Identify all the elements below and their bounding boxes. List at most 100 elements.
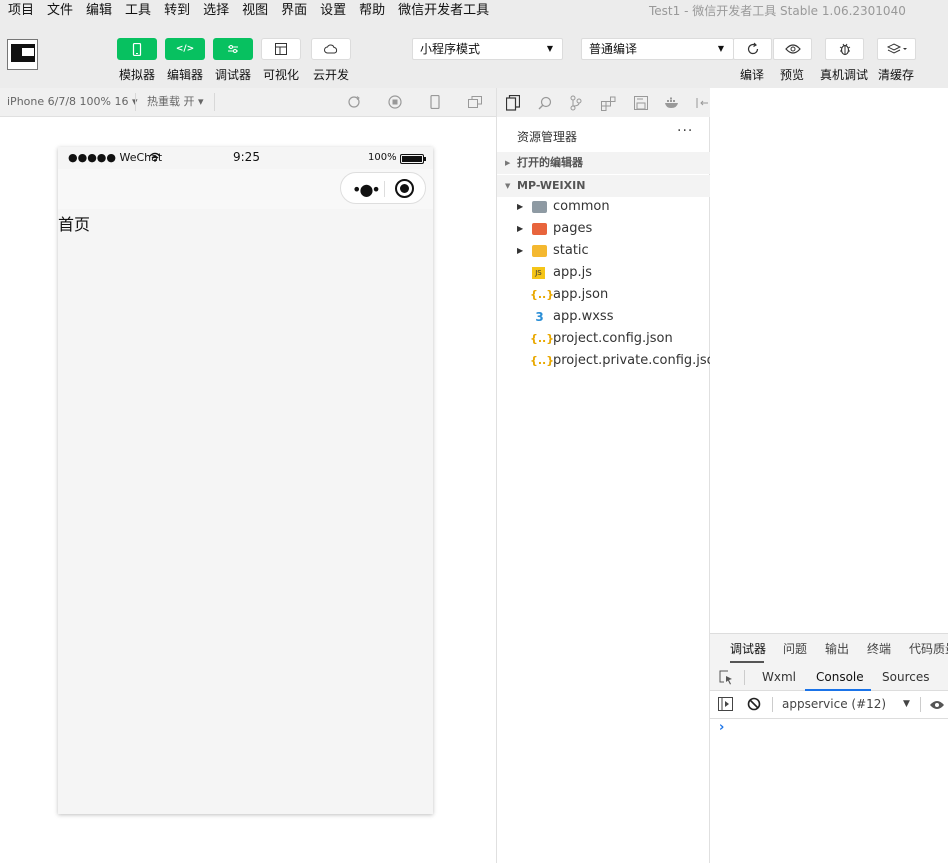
- tab-output[interactable]: 输出: [825, 634, 849, 664]
- divider: [772, 697, 773, 712]
- phone-icon[interactable]: [427, 94, 443, 110]
- menu-item-settings[interactable]: 设置: [312, 0, 351, 22]
- folder-row-common[interactable]: ▶ common: [497, 196, 711, 218]
- tab-code-quality[interactable]: 代码质量: [909, 634, 948, 664]
- menu-item-devtools[interactable]: 微信开发者工具: [390, 0, 494, 22]
- tab-debugger[interactable]: 调试器: [730, 634, 766, 664]
- explorer-panel: 资源管理器 ··· ▶ 打开的编辑器 ▼ MP-WEIXIN ▶ common …: [496, 88, 723, 863]
- tab-console[interactable]: Console: [816, 664, 864, 691]
- clear-console-icon[interactable]: [747, 697, 761, 714]
- editor-button[interactable]: </>: [165, 38, 205, 60]
- files-icon[interactable]: [504, 94, 522, 112]
- more-dots-icon[interactable]: •●•: [352, 180, 381, 199]
- explorer-title: 资源管理器: [517, 130, 578, 144]
- tab-problems[interactable]: 问题: [783, 634, 807, 664]
- avatar[interactable]: [7, 39, 38, 70]
- stop-icon[interactable]: [387, 94, 403, 110]
- preview-button[interactable]: [773, 38, 812, 60]
- file-row-project-config[interactable]: {..} project.config.json: [497, 328, 711, 350]
- devtools-panel: 调试器 问题 输出 终端 代码质量 Wxml Console Sources a…: [710, 633, 948, 863]
- compile-button[interactable]: [733, 38, 772, 60]
- menu-item-project[interactable]: 项目: [0, 0, 39, 22]
- battery-icon: [400, 154, 426, 164]
- cloud-label: 云开发: [312, 68, 349, 82]
- visual-button[interactable]: [261, 38, 301, 60]
- code-icon: </>: [175, 44, 195, 54]
- divider: [135, 93, 136, 111]
- simulator-button[interactable]: [117, 38, 157, 60]
- json-file-icon: {..}: [530, 354, 555, 367]
- menu-item-goto[interactable]: 转到: [156, 0, 195, 22]
- console-prompt[interactable]: ›: [719, 720, 724, 735]
- menu-item-view[interactable]: 视图: [234, 0, 273, 22]
- menu-item-file[interactable]: 文件: [39, 0, 78, 22]
- folder-row-pages[interactable]: ▶ pages: [497, 218, 711, 240]
- page-title: 首页: [58, 215, 91, 234]
- menu-item-tools[interactable]: 工具: [117, 0, 156, 22]
- phone-screen[interactable]: ●●●●● WeChat 9:25 100% •●• 首页: [58, 147, 433, 814]
- active-tab-underline: [730, 661, 764, 663]
- more-views-icon[interactable]: [695, 94, 709, 112]
- docker-icon[interactable]: [663, 94, 681, 112]
- clear-cache-button[interactable]: [877, 38, 916, 60]
- open-editors-section[interactable]: ▶ 打开的编辑器: [497, 152, 711, 174]
- remote-debug-button[interactable]: [825, 38, 864, 60]
- context-select[interactable]: appservice (#12): [782, 691, 886, 718]
- cloud-button[interactable]: [311, 38, 351, 60]
- chevron-down-icon: ▼: [717, 44, 724, 53]
- menu-item-select[interactable]: 选择: [195, 0, 234, 22]
- menu-item-interface[interactable]: 界面: [273, 0, 312, 22]
- preview-label: 预览: [779, 68, 804, 82]
- activity-bar: [497, 88, 711, 117]
- simulator-toolbar: iPhone 6/7/8 100% 16 ▾ 热重载 开 ▾: [0, 88, 496, 117]
- inspect-element-icon[interactable]: [719, 670, 734, 688]
- chevron-right-icon: ▶: [517, 246, 524, 255]
- folder-row-static[interactable]: ▶ static: [497, 240, 711, 262]
- storage-icon[interactable]: [632, 94, 650, 112]
- search-icon[interactable]: [536, 94, 554, 112]
- phone-icon: [132, 42, 142, 56]
- file-row-app-js[interactable]: JS app.js: [497, 262, 711, 284]
- project-section[interactable]: ▼ MP-WEIXIN: [497, 175, 711, 197]
- menu-item-edit[interactable]: 编辑: [78, 0, 117, 22]
- file-name: project.private.config.json: [553, 353, 723, 368]
- chevron-down-icon: ▼: [505, 182, 511, 190]
- file-row-app-wxss[interactable]: 3 app.wxss: [497, 306, 711, 328]
- menu-item-help[interactable]: 帮助: [351, 0, 390, 22]
- status-time: 9:25: [233, 150, 260, 164]
- close-mini-program-icon[interactable]: [395, 179, 414, 198]
- hot-reload-toggle[interactable]: 热重载 开 ▾: [147, 88, 204, 116]
- more-actions-icon[interactable]: ···: [677, 123, 693, 139]
- js-file-icon: JS: [532, 267, 545, 279]
- extensions-icon[interactable]: [599, 94, 617, 112]
- tab-terminal[interactable]: 终端: [867, 634, 891, 664]
- compile-select[interactable]: 普通编译 ▼: [581, 38, 734, 60]
- layout-icon: [275, 43, 287, 55]
- file-row-app-json[interactable]: {..} app.json: [497, 284, 711, 306]
- simulator-area: ●●●●● WeChat 9:25 100% •●• 首页: [0, 117, 496, 863]
- divider: [920, 697, 921, 712]
- css-file-icon: 3: [535, 310, 544, 324]
- chevron-down-icon[interactable]: ▼: [903, 691, 910, 718]
- battery-percent: 100%: [368, 152, 397, 163]
- devtools-top-tabs: 调试器 问题 输出 终端 代码质量: [710, 634, 948, 664]
- rotate-icon[interactable]: [346, 94, 362, 110]
- source-control-icon[interactable]: [567, 94, 585, 112]
- tab-wxml[interactable]: Wxml: [762, 664, 796, 691]
- mode-select[interactable]: 小程序模式 ▼: [412, 38, 563, 60]
- menu-bar: 项目 文件 编辑 工具 转到 选择 视图 界面 设置 帮助 微信开发者工具 Te…: [0, 0, 948, 22]
- json-file-icon: {..}: [530, 332, 555, 345]
- toggle-sidebar-icon[interactable]: [718, 697, 733, 714]
- tab-sources[interactable]: Sources: [882, 664, 929, 691]
- status-bar: ●●●●● WeChat 9:25 100%: [58, 147, 433, 169]
- device-select[interactable]: iPhone 6/7/8 100% 16 ▾: [7, 88, 138, 116]
- folder-name: static: [553, 243, 589, 258]
- nav-bar: •●•: [58, 169, 433, 209]
- capsule-menu[interactable]: •●•: [340, 172, 426, 204]
- layers-icon: [886, 43, 907, 54]
- window-icon[interactable]: [467, 94, 483, 110]
- debugger-button[interactable]: [213, 38, 253, 60]
- file-row-project-private-config[interactable]: {..} project.private.config.json: [497, 350, 723, 372]
- static-folder-icon: [532, 245, 547, 257]
- eye-icon[interactable]: [929, 699, 945, 713]
